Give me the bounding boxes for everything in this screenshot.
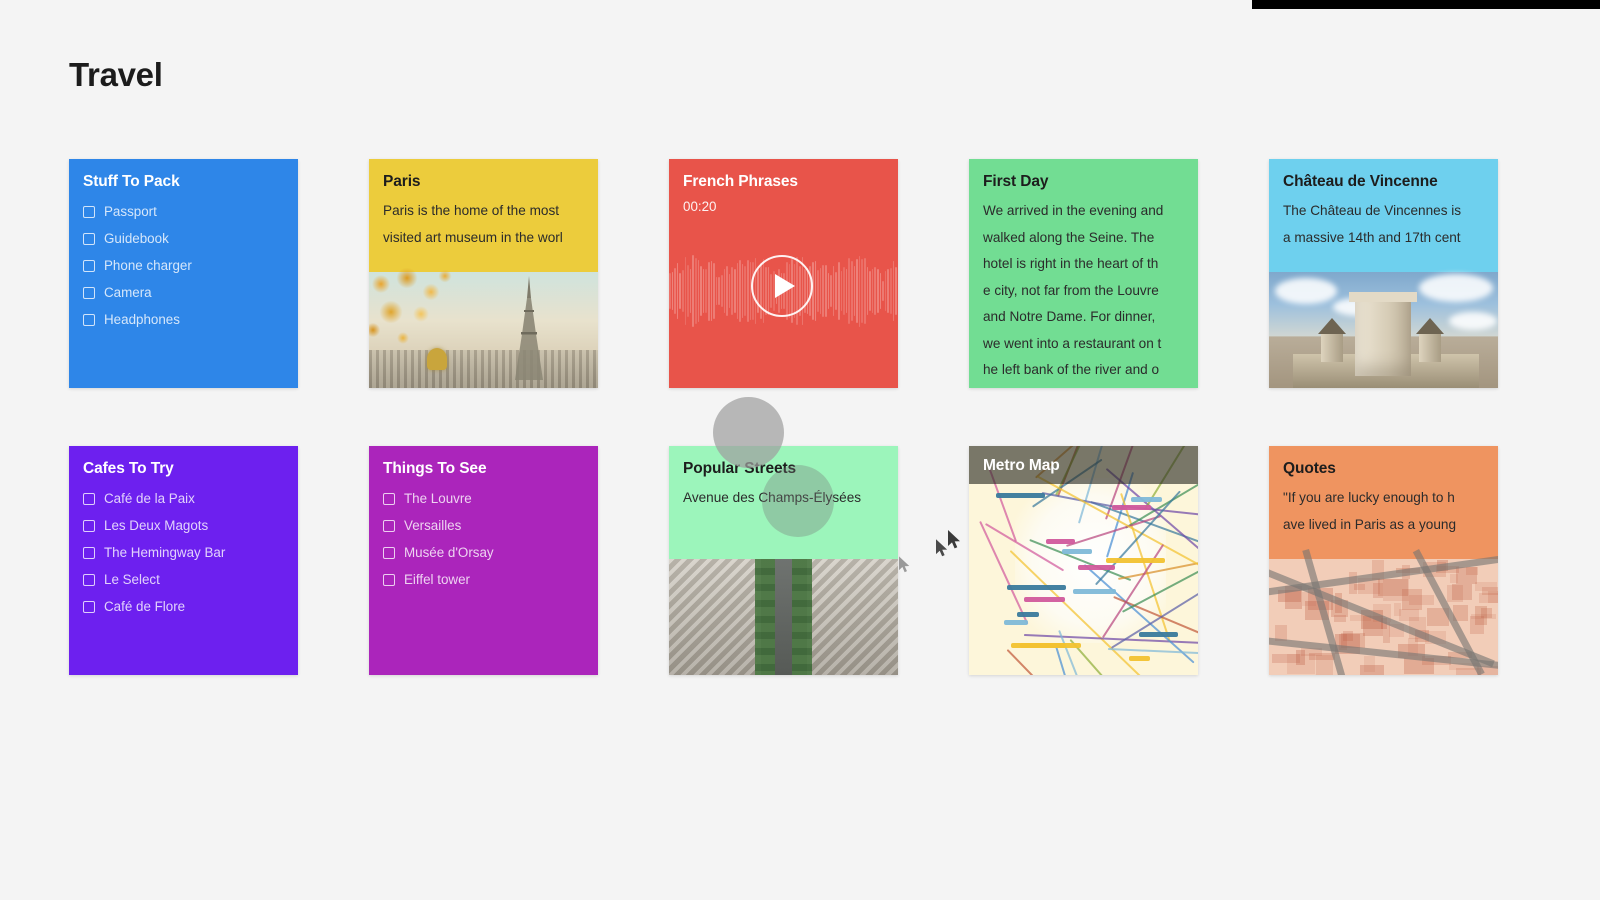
card-body-line: a massive 14th and 17th cent	[1283, 229, 1461, 245]
list-item-label: Passport	[104, 203, 157, 219]
card-title: French Phrases	[683, 173, 798, 190]
list-item[interactable]: Camera	[83, 279, 283, 306]
list-item[interactable]: Headphones	[83, 306, 283, 333]
card-body-line: visited art museum in the worl	[383, 229, 563, 245]
card-title: Quotes	[1283, 460, 1336, 477]
list-item-label: Camera	[104, 284, 152, 300]
checkbox-icon[interactable]	[83, 573, 95, 586]
list-item[interactable]: Passport	[83, 198, 283, 225]
list-item-label: Versailles	[404, 517, 462, 533]
list-item[interactable]: Eiffel tower	[383, 566, 583, 593]
card-paris[interactable]: Paris Paris is the home of the most visi…	[369, 159, 598, 388]
photo-champs-elysees	[669, 559, 898, 675]
checkbox-icon[interactable]	[83, 492, 95, 505]
checkbox-icon[interactable]	[383, 519, 395, 532]
card-stuff-to-pack[interactable]: Stuff To Pack Passport Guidebook Phone c…	[69, 159, 298, 388]
checklist: Passport Guidebook Phone charger Camera	[83, 198, 283, 333]
list-item[interactable]: Musée d'Orsay	[383, 539, 583, 566]
card-body-line: walked along the Seine. The	[983, 229, 1155, 245]
checklist: Café de la Paix Les Deux Magots The Hemi…	[83, 485, 283, 620]
autumn-foliage	[369, 268, 471, 360]
checkbox-icon[interactable]	[383, 546, 395, 559]
card-first-day[interactable]: First Day We arrived in the evening and …	[969, 159, 1198, 388]
card-quotes[interactable]: Quotes "If you are lucky enough to h ave…	[1269, 446, 1498, 675]
card-body-line: "If you are lucky enough to h	[1283, 490, 1455, 505]
checkbox-icon[interactable]	[83, 259, 95, 272]
card-title: First Day	[983, 173, 1049, 190]
eiffel-tower-shape	[515, 276, 543, 380]
photo-old-paris-street-map	[1269, 549, 1498, 675]
photo-eiffel-tower-autumn	[369, 268, 598, 388]
list-item-label: Phone charger	[104, 257, 192, 273]
checkbox-icon[interactable]	[83, 600, 95, 613]
list-item[interactable]: The Hemingway Bar	[83, 539, 283, 566]
card-chateau-de-vincennes[interactable]: Château de Vincenne The Château de Vince…	[1269, 159, 1498, 388]
card-body-line: e city, not far from the Louvre	[983, 282, 1159, 298]
checkbox-icon[interactable]	[383, 492, 395, 505]
card-body-line: ave lived in Paris as a young	[1283, 516, 1457, 532]
card-body-line: The Château de Vincennes is	[1283, 203, 1462, 218]
checkbox-icon[interactable]	[83, 546, 95, 559]
checklist: The Louvre Versailles Musée d'Orsay Eiff…	[383, 485, 583, 593]
list-item-label: The Hemingway Bar	[104, 544, 226, 560]
metro-map-title-bar: Metro Map	[969, 446, 1198, 484]
card-body-line: he left bank of the river and o	[983, 362, 1160, 377]
card-board: Stuff To Pack Passport Guidebook Phone c…	[0, 0, 1600, 900]
play-icon[interactable]	[751, 255, 813, 317]
list-item[interactable]: Versailles	[383, 512, 583, 539]
card-metro-map[interactable]: Metro Map	[969, 446, 1198, 675]
card-body-line: Paris is the home of the most	[383, 203, 560, 218]
photo-chateau-de-vincennes	[1269, 272, 1498, 388]
card-cafes-to-try[interactable]: Cafes To Try Café de la Paix Les Deux Ma…	[69, 446, 298, 675]
list-item[interactable]: Les Deux Magots	[83, 512, 283, 539]
list-item[interactable]: Phone charger	[83, 252, 283, 279]
checkbox-icon[interactable]	[83, 286, 95, 299]
list-item-label: Musée d'Orsay	[404, 544, 494, 560]
checkbox-icon[interactable]	[83, 313, 95, 326]
list-item-label: Café de Flore	[104, 598, 186, 614]
list-item-label: Eiffel tower	[404, 571, 470, 587]
list-item-label: The Louvre	[404, 490, 472, 506]
card-things-to-see[interactable]: Things To See The Louvre Versailles Musé…	[369, 446, 598, 675]
card-body-line: and Notre Dame. For dinner,	[983, 309, 1156, 324]
card-title: Stuff To Pack	[83, 173, 180, 190]
list-item-label: Café de la Paix	[104, 490, 195, 506]
mouse-cursor-primary	[948, 530, 962, 550]
checkbox-icon[interactable]	[83, 519, 95, 532]
list-item[interactable]: Le Select	[83, 566, 283, 593]
card-body-line: We arrived in the evening and	[983, 203, 1164, 218]
list-item[interactable]: Café de la Paix	[83, 485, 283, 512]
card-title: Cafes To Try	[83, 460, 174, 477]
list-item-label: Les Deux Magots	[104, 517, 209, 533]
audio-duration: 00:20	[683, 199, 717, 214]
mouse-cursor-metro	[936, 539, 950, 559]
checkbox-icon[interactable]	[83, 205, 95, 218]
drag-ghost-circle-mid	[762, 465, 834, 537]
checkbox-icon[interactable]	[383, 573, 395, 586]
checkbox-icon[interactable]	[83, 232, 95, 245]
card-body-line: hotel is right in the heart of th	[983, 256, 1159, 271]
list-item[interactable]: Guidebook	[83, 225, 283, 252]
list-item-label: Guidebook	[104, 230, 169, 246]
list-item-label: Headphones	[104, 311, 180, 327]
card-french-phrases[interactable]: French Phrases 00:20	[669, 159, 898, 388]
card-title: Metro Map	[983, 456, 1060, 474]
drag-ghost-circle-top	[713, 397, 784, 468]
list-item[interactable]: Café de Flore	[83, 593, 283, 620]
card-title: Paris	[383, 173, 421, 190]
list-item-label: Le Select	[104, 571, 160, 587]
mouse-cursor-secondary	[899, 556, 913, 576]
card-title: Château de Vincenne	[1283, 173, 1438, 190]
card-body-line: we went into a restaurant on t	[983, 335, 1162, 351]
app-canvas: Travel Stuff To Pack Passport Guidebook	[0, 0, 1600, 900]
card-title: Things To See	[383, 460, 487, 477]
list-item[interactable]: The Louvre	[383, 485, 583, 512]
